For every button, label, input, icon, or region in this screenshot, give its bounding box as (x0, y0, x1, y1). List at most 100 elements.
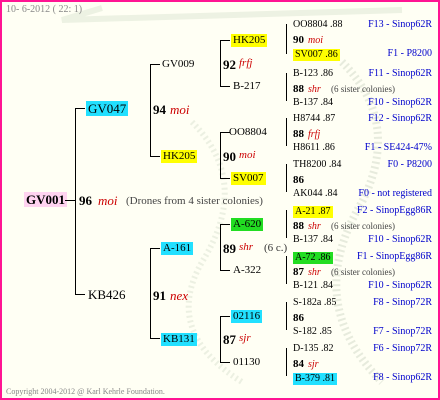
gen4-id[interactable]: H8611 .86 (293, 143, 335, 153)
gen4-note: (6 sister colonies) (331, 84, 395, 94)
pedigree-frame: 10- 6-2012 ( 22: 1) GV001 96 moi (Drones… (0, 0, 440, 400)
gen2-id[interactable]: A-161 (161, 242, 194, 255)
connector (150, 64, 160, 65)
gen4-note: (6 sister colonies) (331, 267, 395, 277)
gen4-info: F10 - Sinop62R (368, 280, 432, 291)
connector (75, 108, 85, 109)
connector (150, 338, 160, 339)
gen4-info: F13 - Sinop62R (368, 19, 432, 30)
gen4-info: F7 - Sinop72R (373, 326, 432, 337)
gen4-id[interactable]: A-21 .87 (293, 206, 333, 218)
gen4-id[interactable]: B-137 .84 (293, 235, 333, 245)
gen4-num: 90 (293, 34, 304, 46)
gen4-num: 88 (293, 83, 304, 95)
connector (286, 118, 287, 146)
connector (220, 224, 221, 270)
gen4-id[interactable]: OO8804 .88 (293, 20, 342, 30)
gen4-id[interactable]: B-123 .86 (293, 69, 333, 79)
gen1-race: moi (170, 102, 190, 117)
connector (286, 164, 287, 192)
gen4-id[interactable]: S-182a .85 (293, 298, 336, 308)
gen4-id[interactable]: SV007 .86 (293, 49, 340, 61)
gen4-info: F2 - SinopEgg86R (356, 205, 432, 216)
gen4-race: frfj (308, 129, 321, 140)
gen4-info: F8 - Sinop72R (373, 297, 432, 308)
connector (150, 248, 160, 249)
gen2-id[interactable]: KB131 (161, 333, 197, 346)
gen3-id[interactable]: A-322 (233, 265, 261, 276)
gen4-info: F10 - Sinop62R (368, 97, 432, 108)
gen2-id[interactable]: HK205 (161, 150, 198, 163)
gen2-note: (6 c.) (264, 242, 288, 254)
gen3-id[interactable]: SV007 (231, 172, 266, 185)
gen4-id[interactable]: D-135 .82 (293, 344, 334, 354)
gen2-race: moi (239, 149, 256, 161)
gen3-id[interactable]: A-620 (231, 218, 264, 231)
connector (286, 73, 287, 101)
gen4-info: F10 - Sinop62R (368, 234, 432, 245)
gen4-info: F1 - SinopEgg86R (356, 251, 432, 262)
gen2-race: shr (239, 241, 254, 253)
connector (286, 210, 287, 238)
gen4-num: 86 (293, 174, 304, 186)
connector (286, 24, 287, 54)
gen2-race: frfj (239, 57, 253, 69)
gen4-id[interactable]: B-379 .81 (293, 373, 337, 385)
root-note: (Drones from 4 sister colonies) (126, 195, 263, 207)
connector (220, 270, 230, 271)
gen4-id[interactable]: B-121 .84 (293, 281, 333, 291)
gen4-id[interactable]: S-182 .85 (293, 327, 332, 337)
connector (220, 224, 230, 225)
gen3-id[interactable]: 02116 (231, 310, 263, 323)
connector (220, 316, 221, 362)
gen2-num: 89 (223, 241, 236, 256)
date-stamp: 10- 6-2012 ( 22: 1) (6, 4, 83, 15)
connector (220, 132, 221, 178)
connector (220, 40, 221, 86)
gen4-id[interactable]: H8744 .87 (293, 114, 335, 124)
gen1-id[interactable]: GV047 (86, 101, 129, 116)
gen2-num: 92 (223, 57, 236, 72)
gen4-info: F8 - Sinop62R (373, 372, 432, 383)
gen2-race: sjr (239, 332, 251, 344)
connector (286, 256, 287, 284)
root-num: 96 (79, 193, 92, 208)
gen3-id[interactable]: OO8804 (229, 127, 267, 138)
connector (75, 294, 85, 295)
gen4-info: F12 - Sinop62R (368, 113, 432, 124)
gen4-num: 88 (293, 220, 304, 232)
gen4-info: F1 - P8200 (387, 48, 432, 59)
gen4-note: (6 sister colonies) (331, 221, 395, 231)
gen4-id[interactable]: A-72 .86 (293, 252, 333, 264)
gen4-id[interactable]: TH8200 .84 (293, 160, 341, 170)
gen1-num: 94 (153, 102, 166, 117)
gen4-num: 84 (293, 358, 304, 370)
gen3-id[interactable]: B-217 (233, 81, 261, 92)
gen4-info: F0 - P8200 (387, 159, 432, 170)
root-id[interactable]: GV001 (24, 192, 67, 207)
connector (220, 86, 230, 87)
gen1-id[interactable]: KB426 (88, 288, 126, 301)
gen3-id[interactable]: 01130 (233, 357, 260, 368)
connector (220, 178, 230, 179)
connector (286, 302, 287, 330)
root-race: moi (98, 193, 118, 208)
gen2-id[interactable]: GV009 (162, 59, 194, 70)
gen1-num: 91 (153, 288, 166, 303)
gen4-id[interactable]: B-137 .84 (293, 98, 333, 108)
gen4-info: F6 - Sinop72R (373, 343, 432, 354)
gen1-race: nex (170, 288, 189, 303)
connector (220, 362, 230, 363)
connector (75, 108, 76, 294)
gen2-num: 90 (223, 149, 236, 164)
gen3-id[interactable]: HK205 (231, 34, 268, 47)
gen4-race: shr (308, 84, 321, 95)
gen4-num: 88 (293, 128, 304, 140)
gen4-race: moi (308, 35, 323, 46)
footer-copyright: Copyright 2004-2012 @ Karl Kehrle Founda… (6, 387, 165, 396)
connector (150, 248, 151, 338)
gen4-id[interactable]: AK044 .84 (293, 189, 337, 199)
gen4-race: shr (308, 267, 321, 278)
connector (150, 156, 160, 157)
gen4-race: shr (308, 221, 321, 232)
